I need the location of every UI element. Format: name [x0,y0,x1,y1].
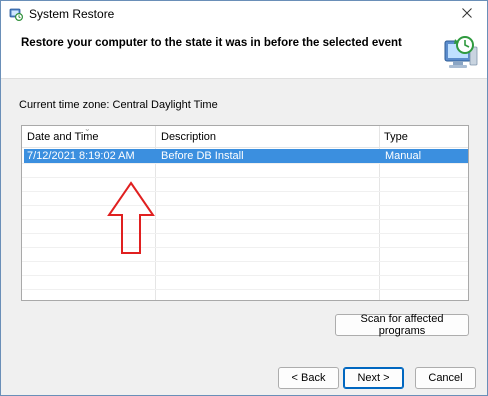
sort-ascending-icon: ⌄ [84,125,91,133]
back-button[interactable]: < Back [278,367,339,389]
grid-line [22,177,468,178]
cancel-button[interactable]: Cancel [415,367,476,389]
page-heading: Restore your computer to the state it wa… [21,37,402,49]
grid-line [22,289,468,290]
restore-points-list[interactable]: Date and Time ⌄ Description Type 7/12/20… [21,125,469,301]
close-icon [462,7,472,21]
close-button[interactable] [447,1,487,27]
restore-computer-icon [439,31,483,75]
column-header-type[interactable]: Type [379,126,468,148]
grid-line [22,163,468,164]
system-restore-icon [9,7,24,22]
next-button[interactable]: Next > [343,367,404,389]
grid-line [22,191,468,192]
grid-line [22,275,468,276]
cell-description: Before DB Install [161,150,244,162]
window-title: System Restore [29,7,115,21]
grid-line [22,247,468,248]
grid-line [22,205,468,206]
column-header-description[interactable]: Description [156,126,379,148]
cell-type: Manual [385,150,422,162]
cell-date-time: 7/12/2021 8:19:02 AM [27,150,135,162]
list-header: Date and Time ⌄ Description Type [22,126,468,148]
restore-point-row[interactable]: 7/12/2021 8:19:02 AM Before DB Install M… [24,149,468,163]
grid-line [22,219,468,220]
grid-line [22,233,468,234]
red-up-arrow-icon [107,181,155,257]
scan-affected-programs-button[interactable]: Scan for affected programs [335,313,469,337]
timezone-label: Current time zone: Central Daylight Time [19,99,218,111]
grid-line [22,261,468,262]
wizard-header: Restore your computer to the state it wa… [1,27,487,79]
system-restore-window: System Restore Restore your computer to … [0,0,488,396]
title-bar[interactable]: System Restore [1,1,487,27]
